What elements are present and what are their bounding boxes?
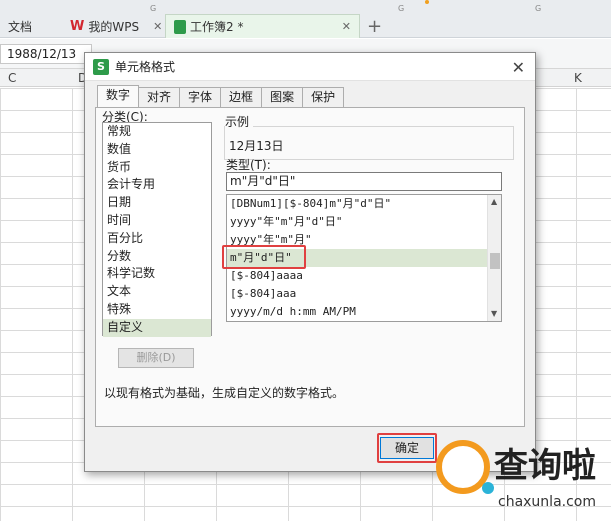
category-percentage[interactable]: 百分比 bbox=[103, 230, 211, 248]
type-list-item[interactable]: yyyy"年"m"月"d"日" bbox=[227, 213, 501, 231]
tab-my-wps-label: 我的WPS bbox=[88, 19, 140, 34]
spreadsheet-icon bbox=[174, 19, 186, 34]
wps-sheet-icon: S bbox=[93, 58, 109, 75]
tab-close-icon[interactable]: ✕ bbox=[153, 20, 162, 33]
category-text[interactable]: 文本 bbox=[103, 283, 211, 301]
column-header-k[interactable]: K bbox=[574, 71, 582, 85]
scroll-down-icon[interactable]: ▼ bbox=[491, 309, 497, 318]
category-date[interactable]: 日期 bbox=[103, 194, 211, 212]
tab-close-icon[interactable]: ✕ bbox=[342, 20, 351, 33]
column-header-c[interactable]: C bbox=[8, 71, 16, 85]
category-special[interactable]: 特殊 bbox=[103, 301, 211, 319]
type-list-item[interactable]: yyyy/m/d h:mm AM/PM bbox=[227, 303, 501, 321]
category-fraction[interactable]: 分数 bbox=[103, 248, 211, 266]
highlight-box-ok bbox=[377, 433, 437, 463]
tab-alignment[interactable]: 对齐 bbox=[138, 87, 181, 107]
sample-label: 示例 bbox=[225, 113, 254, 130]
delete-button[interactable]: 删除(D) bbox=[118, 348, 194, 368]
cell-content-field[interactable]: 1988/12/13 bbox=[0, 44, 92, 64]
tab-workbook[interactable]: 工作簿2 * ✕ bbox=[165, 14, 360, 38]
tab-document[interactable]: 文档 bbox=[0, 14, 40, 38]
description-text: 以现有格式为基础，生成自定义的数字格式。 bbox=[104, 386, 345, 400]
category-scientific[interactable]: 科学记数 bbox=[103, 265, 211, 283]
type-label: 类型(T): bbox=[226, 158, 271, 172]
sample-value: 12月13日 bbox=[229, 139, 284, 153]
tab-bar: G G G 文档 W 我的WPS ✕ 工作簿2 * ✕ + bbox=[0, 0, 611, 38]
tab-protection[interactable]: 保护 bbox=[302, 87, 345, 107]
tab-workbook-label: 工作簿2 * bbox=[190, 20, 244, 34]
type-list-item[interactable]: [$-804]aaaa bbox=[227, 267, 501, 285]
category-number[interactable]: 数值 bbox=[103, 141, 211, 159]
category-list[interactable]: 常规 数值 货币 会计专用 日期 时间 百分比 分数 科学记数 文本 特殊 自定… bbox=[102, 122, 212, 337]
category-general[interactable]: 常规 bbox=[103, 123, 211, 141]
scroll-up-icon[interactable]: ▲ bbox=[491, 197, 497, 206]
new-tab-button[interactable]: + bbox=[367, 16, 382, 37]
format-cells-dialog: S 单元格格式 ✕ 数字 对齐 字体 边框 图案 保护 分类(C): 常规 数值… bbox=[84, 52, 536, 472]
type-input[interactable]: m"月"d"日" bbox=[226, 172, 502, 191]
tab-document-label: 文档 bbox=[8, 19, 33, 34]
search-logo-icon bbox=[436, 440, 494, 494]
type-list-item[interactable]: [$-804]aaa bbox=[227, 285, 501, 303]
highlight-box-type bbox=[222, 245, 306, 269]
notification-dot bbox=[425, 0, 429, 4]
tab-pattern[interactable]: 图案 bbox=[261, 87, 304, 107]
number-tab-panel: 分类(C): 常规 数值 货币 会计专用 日期 时间 百分比 分数 科学记数 文… bbox=[95, 107, 525, 427]
watermark-url: chaxunla.com bbox=[498, 494, 596, 510]
dialog-title: 单元格格式 bbox=[115, 60, 176, 74]
type-list-item[interactable]: [DBNum1][$-804]m"月"d"日" bbox=[227, 195, 501, 213]
scroll-thumb[interactable] bbox=[490, 253, 500, 269]
close-icon[interactable]: ✕ bbox=[512, 58, 525, 77]
wps-logo-icon: W bbox=[70, 18, 85, 34]
category-accounting[interactable]: 会计专用 bbox=[103, 176, 211, 194]
tab-border[interactable]: 边框 bbox=[220, 87, 263, 107]
dialog-tabs: 数字 对齐 字体 边框 图案 保护 bbox=[97, 85, 345, 107]
sample-group: 示例 12月13日 bbox=[224, 113, 514, 160]
tab-marker: G bbox=[535, 4, 542, 13]
tab-font[interactable]: 字体 bbox=[179, 87, 222, 107]
tab-number[interactable]: 数字 bbox=[97, 85, 140, 107]
category-currency[interactable]: 货币 bbox=[103, 159, 211, 177]
tab-my-wps[interactable]: W 我的WPS ✕ bbox=[62, 14, 170, 38]
watermark-brand: 查询啦 bbox=[494, 446, 596, 486]
category-custom[interactable]: 自定义 bbox=[103, 318, 211, 337]
tab-marker: G bbox=[398, 4, 405, 13]
category-time[interactable]: 时间 bbox=[103, 212, 211, 230]
chaxunla-watermark: 查询啦 chaxunla.com bbox=[436, 436, 611, 521]
tab-marker: G bbox=[150, 4, 157, 13]
type-list-scrollbar[interactable]: ▲ ▼ bbox=[487, 195, 501, 321]
dialog-title-bar[interactable]: S 单元格格式 ✕ bbox=[85, 53, 535, 81]
